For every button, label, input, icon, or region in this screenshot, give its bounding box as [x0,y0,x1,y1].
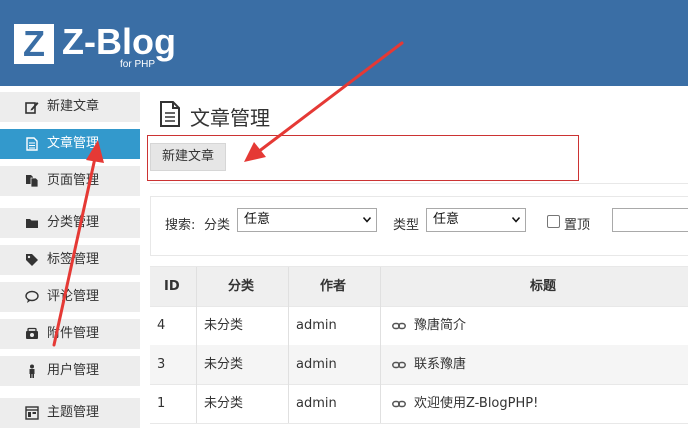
cell-title-link[interactable]: 豫唐简介 [414,306,466,345]
sidebar-item-label: 附件管理 [47,326,100,341]
column-header-title[interactable]: 标题 [530,267,556,306]
sidebar-item-new-article[interactable]: 新建文章 [0,92,140,122]
cell-author: admin [296,357,337,372]
link-icon [392,400,406,408]
link-icon [392,361,406,369]
cell-title-link[interactable]: 欢迎使用Z-BlogPHP! [414,384,538,423]
theme-icon [25,406,39,420]
column-header-id[interactable]: ID [164,267,180,306]
category-label: 分类 [204,218,231,233]
table-row: 3 未分类 admin 联系豫唐 [150,345,688,385]
table-header-row: ID 分类 作者 标题 [150,266,688,307]
logo-subtitle: for PHP [120,59,156,70]
sidebar-item-category-manage[interactable]: 分类管理 [0,208,140,238]
divider [150,183,688,184]
new-article-button[interactable]: 新建文章 [150,143,226,171]
chevron-down-icon [363,217,371,223]
type-label: 类型 [393,218,420,233]
cell-category: 未分类 [204,396,244,411]
user-icon [29,364,35,378]
sidebar-item-label: 页面管理 [47,173,100,188]
logo-text: Z-Blog [62,21,176,62]
sidebar-item-attachment-manage[interactable]: 附件管理 [0,319,140,349]
category-select[interactable]: 任意 [237,208,377,232]
table-row: 4 未分类 admin 豫唐简介 [150,306,688,346]
sidebar: 新建文章 文章管理 页面管理 分类管理 标签管理 评论管理 附件管理 用户管理 … [0,86,140,439]
document-icon [26,137,38,151]
main-content: 文章管理 新建文章 搜索: 分类 任意 类型 任意 置顶 ID 分类 作者 标题… [140,86,688,439]
cell-category: 未分类 [204,318,244,333]
edit-icon [25,102,39,114]
filter-bar: 搜索: 分类 任意 类型 任意 置顶 [150,196,688,256]
tag-icon [26,254,38,266]
type-select-value: 任意 [433,212,460,227]
link-icon [392,322,406,330]
category-select-value: 任意 [244,212,271,227]
header-bar: Z Z-Blog for PHP [0,0,688,86]
pages-icon [26,175,39,188]
sidebar-item-label: 用户管理 [47,363,100,378]
sidebar-item-label: 标签管理 [47,252,100,267]
sidebar-item-label: 评论管理 [47,289,100,304]
comment-icon [25,290,39,303]
sidebar-item-label: 主题管理 [47,405,100,420]
page-title: 文章管理 [190,106,270,130]
cell-author: admin [296,318,337,333]
sidebar-item-label: 文章管理 [47,136,100,151]
cell-id: 1 [157,396,166,411]
search-input[interactable] [612,208,688,232]
column-header-author[interactable]: 作者 [320,267,346,306]
search-label: 搜索: [165,218,196,233]
chevron-down-icon [512,217,520,223]
sidebar-item-label: 分类管理 [47,215,100,230]
sidebar-item-user-manage[interactable]: 用户管理 [0,356,140,386]
sidebar-item-tag-manage[interactable]: 标签管理 [0,245,140,275]
sidebar-item-article-manage[interactable]: 文章管理 [0,129,140,159]
cell-id: 4 [157,318,166,333]
top-label: 置顶 [564,218,591,233]
cell-category: 未分类 [204,357,244,372]
cell-title-link[interactable]: 联系豫唐 [414,345,466,384]
document-icon [160,101,180,127]
type-select[interactable]: 任意 [426,208,526,232]
folder-icon [26,219,38,228]
sidebar-item-label: 新建文章 [47,99,100,114]
column-header-category[interactable]: 分类 [228,267,254,306]
table-row: 1 未分类 admin 欢迎使用Z-BlogPHP! [150,384,688,424]
sidebar-item-theme-manage[interactable]: 主题管理 [0,398,140,428]
attachment-icon [26,327,38,339]
cell-id: 3 [157,357,166,372]
logo-mark: Z [14,24,54,64]
top-checkbox[interactable] [547,215,560,228]
cell-author: admin [296,396,337,411]
sidebar-item-page-manage[interactable]: 页面管理 [0,166,140,196]
sidebar-item-comment-manage[interactable]: 评论管理 [0,282,140,312]
